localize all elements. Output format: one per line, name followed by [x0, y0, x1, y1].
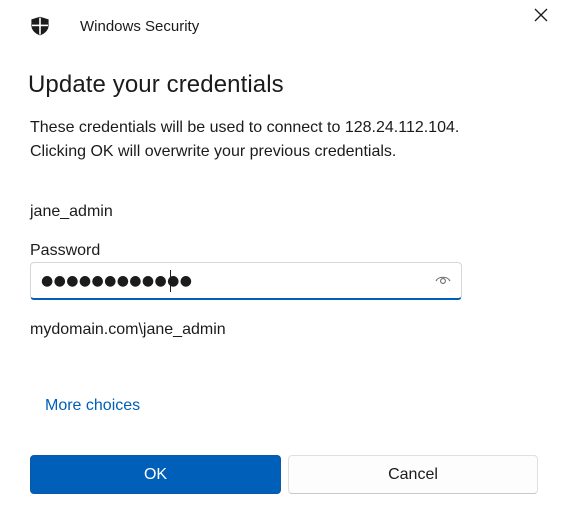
password-field[interactable]: ●●●●●●●●●●●● — [30, 262, 462, 300]
cancel-button[interactable]: Cancel — [288, 455, 538, 494]
dialog-heading: Update your credentials — [28, 71, 284, 98]
ok-button[interactable]: OK — [30, 455, 281, 494]
credential-dialog: Windows Security Update your credentials… — [0, 0, 563, 517]
description-line-1: These credentials will be used to connec… — [30, 119, 460, 136]
eye-icon — [435, 272, 451, 290]
username-text: jane_admin — [30, 203, 113, 220]
shield-icon — [30, 16, 50, 36]
more-choices-link[interactable]: More choices — [45, 395, 140, 417]
app-title: Windows Security — [80, 18, 200, 35]
dialog-description: These credentials will be used to connec… — [30, 116, 459, 164]
text-caret — [170, 270, 171, 292]
reveal-password-button[interactable] — [431, 270, 455, 292]
title-bar: Windows Security — [0, 0, 563, 52]
password-label: Password — [30, 242, 101, 259]
domain-account-text: mydomain.com\jane_admin — [30, 321, 226, 338]
close-button[interactable] — [524, 0, 558, 34]
description-line-2: Clicking OK will overwrite your previous… — [30, 143, 397, 160]
close-icon — [534, 8, 548, 27]
